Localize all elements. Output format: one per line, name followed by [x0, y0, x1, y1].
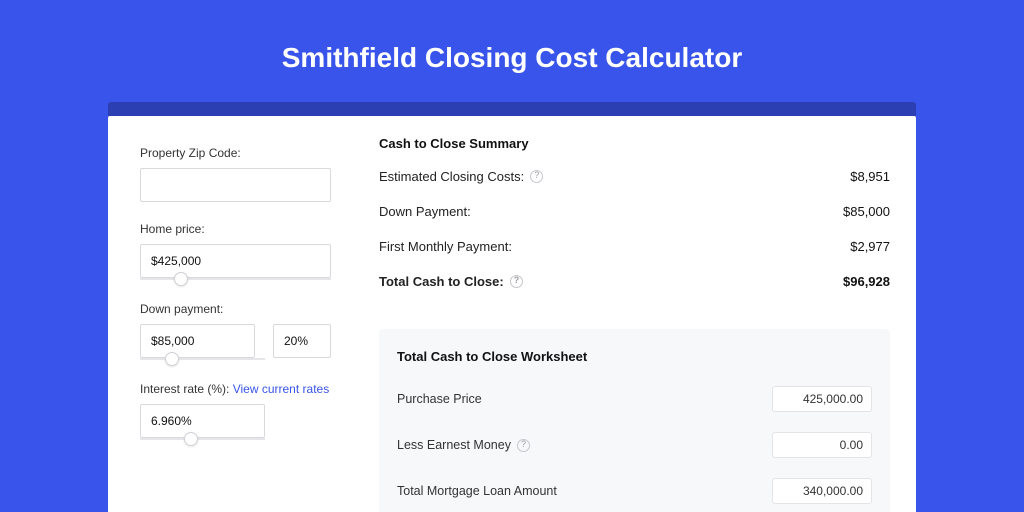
help-icon[interactable] — [510, 275, 523, 288]
home-price-field: Home price: — [140, 222, 331, 280]
summary-row-value: $2,977 — [850, 239, 890, 254]
summary-total-label: Total Cash to Close: — [379, 274, 504, 289]
summary-row: First Monthly Payment: $2,977 — [379, 239, 890, 254]
down-payment-slider[interactable] — [140, 358, 265, 360]
interest-slider[interactable] — [140, 438, 265, 440]
worksheet-row-label: Purchase Price — [397, 392, 482, 406]
summary-row-label: Down Payment: — [379, 204, 471, 219]
worksheet-row-label: Total Mortgage Loan Amount — [397, 484, 557, 498]
interest-field: Interest rate (%): View current rates — [140, 382, 331, 440]
summary-row-label: First Monthly Payment: — [379, 239, 512, 254]
worksheet-row: Total Mortgage Loan Amount — [397, 478, 872, 504]
summary-title: Cash to Close Summary — [379, 136, 890, 151]
worksheet-row-label: Less Earnest Money — [397, 438, 511, 452]
home-price-slider-thumb[interactable] — [174, 272, 188, 286]
down-payment-pct-input[interactable] — [273, 324, 331, 358]
home-price-input[interactable] — [140, 244, 331, 278]
worksheet-panel: Total Cash to Close Worksheet Purchase P… — [379, 329, 890, 512]
summary-panel: Cash to Close Summary Estimated Closing … — [379, 136, 890, 319]
worksheet-title: Total Cash to Close Worksheet — [397, 349, 872, 364]
home-price-label: Home price: — [140, 222, 331, 236]
worksheet-row-input[interactable] — [772, 478, 872, 504]
zip-input[interactable] — [140, 168, 331, 202]
down-payment-slider-thumb[interactable] — [165, 352, 179, 366]
summary-row-label: Estimated Closing Costs: — [379, 169, 524, 184]
worksheet-row-input[interactable] — [772, 386, 872, 412]
help-icon[interactable] — [530, 170, 543, 183]
results-main: Cash to Close Summary Estimated Closing … — [353, 116, 916, 512]
down-payment-label: Down payment: — [140, 302, 331, 316]
help-icon[interactable] — [517, 439, 530, 452]
zip-field: Property Zip Code: — [140, 146, 331, 202]
down-payment-field: Down payment: — [140, 302, 331, 360]
worksheet-row: Purchase Price — [397, 386, 872, 412]
calculator-card: Property Zip Code: Home price: Down paym… — [108, 116, 916, 512]
page-title: Smithfield Closing Cost Calculator — [0, 0, 1024, 74]
view-current-rates-link[interactable]: View current rates — [233, 382, 330, 396]
summary-row: Estimated Closing Costs: $8,951 — [379, 169, 890, 184]
down-payment-input[interactable] — [140, 324, 255, 358]
interest-label: Interest rate (%): View current rates — [140, 382, 331, 396]
summary-total-value: $96,928 — [843, 274, 890, 289]
inputs-sidebar: Property Zip Code: Home price: Down paym… — [108, 116, 353, 512]
worksheet-row-input[interactable] — [772, 432, 872, 458]
interest-input[interactable] — [140, 404, 265, 438]
summary-total-row: Total Cash to Close: $96,928 — [379, 274, 890, 289]
interest-slider-thumb[interactable] — [184, 432, 198, 446]
home-price-slider[interactable] — [140, 278, 331, 280]
summary-row-value: $8,951 — [850, 169, 890, 184]
worksheet-row: Less Earnest Money — [397, 432, 872, 458]
interest-label-text: Interest rate (%): — [140, 382, 229, 396]
summary-row-value: $85,000 — [843, 204, 890, 219]
summary-row: Down Payment: $85,000 — [379, 204, 890, 219]
zip-label: Property Zip Code: — [140, 146, 331, 160]
